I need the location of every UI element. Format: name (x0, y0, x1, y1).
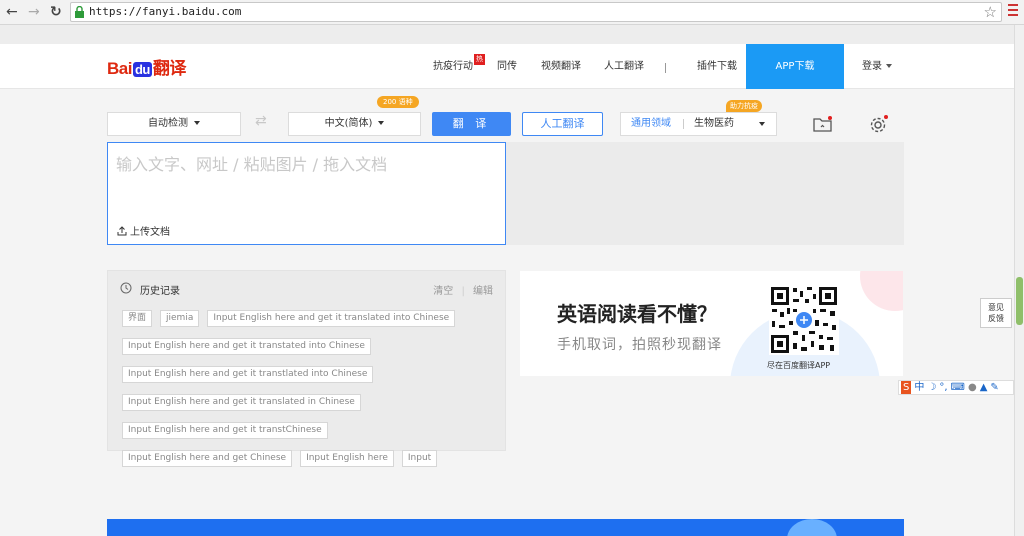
history-panel: 历史记录 清空 | 编辑 界面 jiemia Input English here … (107, 270, 506, 467)
promo-subtitle: 手机取词，拍照秒现翻译 (557, 337, 722, 353)
page-scrollbar[interactable] (1014, 25, 1024, 536)
app-promo-banner[interactable]: 英语阅读看不懂？ 手机取词，拍照秒现翻译 尽在百度翻译APP (520, 271, 903, 376)
source-language-select[interactable]: 自动检测 (107, 112, 241, 136)
tools-icon[interactable]: ✎ (990, 381, 998, 394)
domain-selected-label: 生物医药 (694, 118, 734, 129)
history-item[interactable]: Input English here and get it translated… (207, 310, 456, 327)
bottom-banner[interactable] (107, 519, 904, 536)
chevron-down-icon (378, 121, 385, 125)
punctuation-icon[interactable]: °, (939, 381, 947, 394)
decorative-circle (787, 519, 837, 536)
history-clear-button[interactable]: 清空 (433, 286, 453, 297)
history-item[interactable]: 界面 (122, 310, 153, 327)
reload-button[interactable]: ↻ (50, 4, 62, 20)
scrollbar-thumb[interactable] (1016, 277, 1023, 325)
bookmark-bar-area (0, 25, 1014, 44)
upload-icon (117, 226, 127, 236)
history-item[interactable]: Input English here and get it transtated… (122, 338, 371, 355)
qr-caption: 尽在百度翻译APP (767, 361, 831, 370)
history-list: 界面 jiemia Input English here and get it tr… (122, 305, 502, 473)
feedback-button[interactable]: 意见 反馈 (980, 298, 1012, 328)
browser-toolbar: ← → ↻ https://fanyi.baidu.com ☆ (0, 0, 1024, 25)
qr-code-image (769, 285, 839, 355)
upload-document-button[interactable]: 上传文档 (117, 223, 170, 238)
chevron-down-icon (759, 122, 765, 126)
settings-gear-icon[interactable] (867, 113, 889, 135)
history-item[interactable]: Input English here and get Chinese (122, 450, 293, 467)
nav-divider (665, 63, 666, 73)
promo-title: 英语阅读看不懂？ (557, 302, 717, 326)
baidu-translate-logo[interactable]: Bai du 翻译 (107, 54, 186, 79)
language-count-badge: 200 语种 (377, 96, 419, 108)
swap-languages-icon[interactable]: ⇄ (255, 113, 267, 129)
user-icon[interactable]: ● (968, 381, 977, 394)
target-language-select[interactable]: 中文(简体) (288, 112, 421, 136)
translation-output (506, 142, 904, 245)
nav-video-translate[interactable]: 视频翻译 (541, 44, 581, 89)
ime-mode-toggle[interactable]: 中 (914, 381, 924, 394)
lock-icon (75, 6, 84, 18)
app-download-button[interactable]: APP下载 (746, 44, 844, 89)
human-translate-button[interactable]: 人工翻译 (522, 112, 603, 136)
nav-human-translate[interactable]: 人工翻译 (604, 44, 644, 89)
history-edit-button[interactable]: 编辑 (473, 286, 493, 297)
source-text-input[interactable]: 输入文字、网址 / 粘贴图片 / 拖入文档 上传文档 (107, 142, 506, 245)
chevron-down-icon (194, 121, 200, 125)
history-item[interactable]: jiemia (160, 310, 200, 327)
favorites-folder-icon[interactable] (812, 113, 834, 135)
address-bar[interactable]: https://fanyi.baidu.com ☆ (70, 2, 1002, 22)
input-placeholder: 输入文字、网址 / 粘贴图片 / 拖入文档 (116, 155, 388, 174)
back-button[interactable]: ← (6, 4, 18, 20)
history-item[interactable]: Input English here and get it transtlate… (122, 366, 374, 383)
nav-plugin-download[interactable]: 插件下载 (697, 44, 737, 89)
skin-icon[interactable]: ▲ (980, 381, 988, 394)
history-clock-icon (120, 282, 132, 294)
history-item[interactable]: Input English here and get it translated… (122, 394, 361, 411)
moon-icon[interactable]: ☽ (927, 381, 936, 394)
history-item[interactable]: Input (401, 450, 438, 467)
ime-toolbar[interactable]: S 中 ☽ °, ⌨ ● ▲ ✎ (898, 380, 1014, 395)
login-link[interactable]: 登录 (862, 44, 892, 89)
sogou-ime-logo: S (901, 381, 912, 394)
nav-anti-epidemic[interactable]: 抗疫行动 (433, 44, 473, 89)
history-actions: 清空 | 编辑 (433, 286, 493, 297)
hot-badge: 热 (474, 54, 485, 65)
nav-simultaneous[interactable]: 同传 (497, 44, 517, 89)
decorative-circle (860, 271, 903, 311)
domain-divider (683, 119, 684, 129)
site-header: Bai du 翻译 抗疫行动 热 同传 视频翻译 人工翻译 插件下载 APP下载 登… (0, 44, 1014, 89)
domain-help-badge: 助力抗疫 (726, 100, 762, 112)
history-title: 历史记录 (140, 286, 180, 297)
domain-select[interactable]: 通用领域 生物医药 (620, 112, 777, 136)
keyboard-icon[interactable]: ⌨ (951, 381, 965, 394)
domain-general-label[interactable]: 通用领域 (631, 113, 671, 135)
translate-button[interactable]: 翻 译 (432, 112, 511, 136)
url-text: https://fanyi.baidu.com (89, 5, 242, 18)
history-item[interactable]: Input English here and get it transtChin… (122, 422, 328, 439)
chevron-down-icon (886, 64, 892, 68)
forward-button[interactable]: → (28, 4, 40, 20)
history-item[interactable]: Input English here (300, 450, 394, 467)
star-icon[interactable]: ☆ (984, 3, 997, 21)
hamburger-menu-icon[interactable] (1008, 4, 1018, 19)
